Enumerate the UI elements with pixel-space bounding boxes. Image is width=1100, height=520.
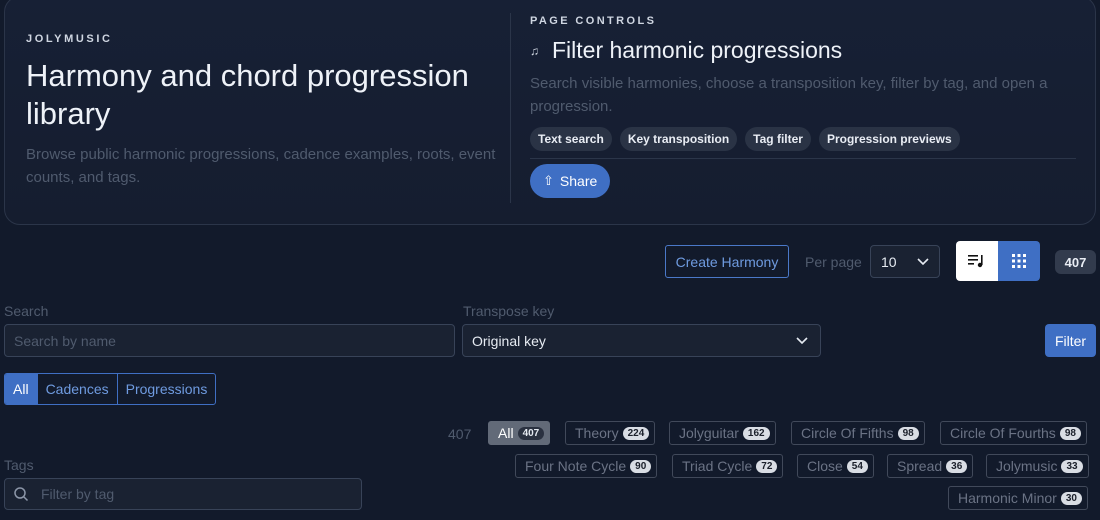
tag-triad-cycle[interactable]: Triad Cycle 72: [672, 454, 784, 478]
per-page-select[interactable]: 10: [870, 245, 940, 278]
tag-filter-input[interactable]: [41, 486, 341, 502]
chip-progression-previews: Progression previews: [818, 127, 960, 151]
list-view-button[interactable]: [956, 241, 998, 281]
page-controls-label: PAGE CONTROLS: [530, 15, 657, 27]
tag-label: Circle Of Fifths: [801, 425, 894, 441]
create-harmony-button[interactable]: Create Harmony: [665, 245, 789, 278]
tag-count: 90: [630, 459, 652, 473]
tag-close[interactable]: Close 54: [797, 454, 874, 478]
tag-filter-field[interactable]: [4, 478, 362, 510]
tag-label: Spread: [897, 458, 943, 474]
tag-count: 36: [946, 459, 968, 473]
tag-jolyguitar[interactable]: Jolyguitar 162: [669, 421, 776, 445]
page-controls-title: Filter harmonic progressions: [552, 37, 843, 63]
segment-progressions[interactable]: Progressions: [118, 374, 216, 404]
music-note-icon: ♫: [530, 43, 539, 58]
segment-all[interactable]: All: [5, 374, 38, 404]
page-title: Harmony and chord progression library: [26, 58, 469, 131]
hero-divider: [510, 13, 511, 203]
tags-label: Tags: [4, 457, 34, 473]
type-segmented-control: All Cadences Progressions: [4, 373, 217, 405]
tag-circle-of-fourths[interactable]: Circle Of Fourths 98: [940, 421, 1087, 445]
hero-intro: JOLYMUSIC Harmony and chord progression …: [26, 33, 496, 189]
chip-key-transposition: Key transposition: [619, 127, 738, 151]
feature-chips: Text search Key transposition Tag filter…: [530, 127, 1080, 151]
chip-tag-filter: Tag filter: [745, 127, 811, 151]
tag-label: Jolymusic: [996, 458, 1058, 474]
tag-count: 33: [1061, 459, 1083, 473]
tag-spread[interactable]: Spread 36: [887, 454, 974, 478]
page-controls-description: Search visible harmonies, choose a trans…: [530, 75, 1048, 115]
chevron-down-icon: [796, 336, 808, 344]
page-controls-title-row: ♫ Filter harmonic progressions: [530, 37, 1080, 64]
search-input[interactable]: [4, 324, 455, 357]
playlist-icon: [968, 255, 983, 268]
tag-count: 54: [846, 459, 868, 473]
tag-count: 30: [1060, 491, 1082, 505]
tag-label: Circle Of Fourths: [950, 425, 1056, 441]
tag-harmonic-minor[interactable]: Harmonic Minor 30: [948, 486, 1088, 510]
per-page-label: Per page: [805, 254, 862, 270]
tag-jolymusic[interactable]: Jolymusic 33: [986, 454, 1089, 478]
chevron-down-icon: [917, 257, 929, 265]
page-controls-rule: [530, 158, 1076, 159]
tag-count: 72: [756, 459, 778, 473]
transpose-key-select[interactable]: Original key: [462, 324, 821, 357]
segment-cadences[interactable]: Cadences: [38, 374, 118, 404]
tag-count: 98: [897, 426, 919, 440]
tag-label: Triad Cycle: [682, 458, 753, 474]
tag-circle-of-fifths[interactable]: Circle Of Fifths 98: [791, 421, 925, 445]
view-toggle: [956, 241, 1040, 281]
hero-card: JOLYMUSIC Harmony and chord progression …: [4, 0, 1096, 225]
per-page-value: 10: [881, 253, 897, 270]
tag-count: 98: [1059, 426, 1081, 440]
tag-label: All: [498, 425, 514, 441]
tag-theory[interactable]: Theory 224: [565, 421, 656, 445]
transpose-label: Transpose key: [463, 303, 555, 319]
filter-button[interactable]: Filter: [1045, 324, 1096, 357]
page-description: Browse public harmonic progressions, cad…: [26, 146, 496, 186]
transpose-key-value: Original key: [472, 332, 546, 349]
tag-total-count: 407: [448, 426, 472, 442]
tag-count: 224: [622, 426, 650, 440]
share-icon: ⇧: [543, 173, 554, 188]
tag-count: 162: [742, 426, 770, 440]
total-count-badge: 407: [1055, 250, 1096, 274]
grid-view-button[interactable]: [998, 241, 1040, 281]
tag-label: Theory: [575, 425, 619, 441]
page-controls-panel: PAGE CONTROLS ♫ Filter harmonic progress…: [530, 15, 1080, 198]
chip-text-search: Text search: [530, 127, 612, 151]
tag-all[interactable]: All 407: [488, 421, 551, 445]
search-label: Search: [4, 303, 49, 319]
search-icon: [14, 487, 29, 502]
grid-icon: [1012, 254, 1026, 268]
tag-count: 407: [517, 426, 545, 440]
tag-label: Close: [807, 458, 843, 474]
share-button[interactable]: ⇧ Share: [530, 164, 611, 198]
tag-label: Jolyguitar: [679, 425, 739, 441]
tag-label: Harmonic Minor: [958, 490, 1057, 506]
tag-four-note-cycle[interactable]: Four Note Cycle 90: [515, 454, 658, 478]
share-label: Share: [559, 173, 598, 189]
tag-label: Four Note Cycle: [525, 458, 627, 474]
brand-label: JOLYMUSIC: [26, 33, 113, 45]
